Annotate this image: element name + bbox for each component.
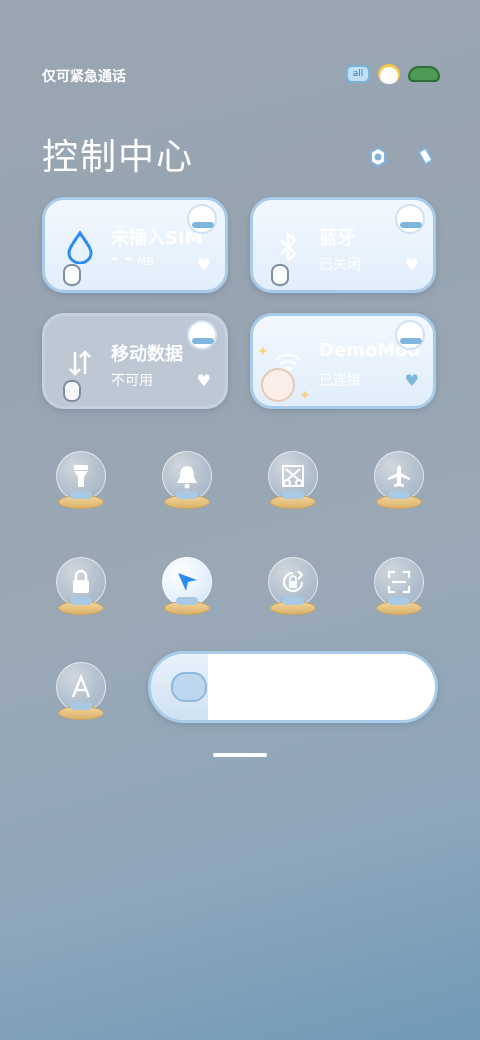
scan-toggle[interactable] xyxy=(372,557,426,619)
snowman-sticker xyxy=(395,320,425,350)
character-sticker xyxy=(63,264,81,286)
character-sticker xyxy=(271,264,289,286)
turtle-icon xyxy=(408,66,440,82)
duck-icon xyxy=(378,64,400,84)
heart-icon: ♥ xyxy=(404,371,419,390)
snowman-sticker xyxy=(187,320,217,350)
data-tile-title: 未插入SIM xyxy=(111,228,203,249)
heart-icon: ♥ xyxy=(404,255,419,274)
mobile-data-tile-title: 移动数据 xyxy=(111,344,183,365)
data-usage-tile[interactable]: 未插入SIM - - MB ♥ xyxy=(42,197,228,293)
bell-toggle[interactable] xyxy=(160,451,214,513)
lock-toggle[interactable] xyxy=(54,557,108,619)
bunny-sticker xyxy=(261,368,295,402)
status-icons: all xyxy=(346,64,440,84)
bluetooth-tile-title: 蓝牙 xyxy=(319,228,355,249)
data-tile-value: - - xyxy=(111,248,133,269)
rotation-lock-toggle[interactable] xyxy=(266,557,320,619)
page-title: 控制中心 xyxy=(42,137,195,178)
top-actions xyxy=(366,145,438,169)
character-sticker xyxy=(63,380,81,402)
flashlight-toggle[interactable] xyxy=(54,451,108,513)
wifi-tile-status: 已连接 xyxy=(319,373,361,389)
settings-icon[interactable] xyxy=(366,145,390,169)
water-drop-icon xyxy=(65,230,95,265)
location-toggle[interactable] xyxy=(160,557,214,619)
bluetooth-tile-status: 已关闭 xyxy=(319,257,361,273)
emergency-call-text: 仅可紧急通话 xyxy=(42,69,126,85)
battery-icon: all xyxy=(346,65,370,83)
sheep-sticker xyxy=(171,672,207,702)
heart-icon: ♥ xyxy=(196,371,211,390)
airplane-toggle[interactable] xyxy=(372,451,426,513)
status-bar: 仅可紧急通话 all xyxy=(42,64,440,88)
edit-icon[interactable] xyxy=(414,145,438,169)
bluetooth-tile[interactable]: 蓝牙 已关闭 ♥ xyxy=(250,197,436,293)
snowman-sticker xyxy=(395,204,425,234)
auto-brightness-toggle[interactable] xyxy=(54,662,108,724)
brightness-slider[interactable] xyxy=(148,651,438,723)
sparkle-icon: ✦ xyxy=(299,388,311,404)
sparkle-icon: ✦ xyxy=(257,344,269,360)
mobile-data-arrows-icon xyxy=(65,346,95,380)
home-indicator[interactable] xyxy=(213,753,267,757)
data-tile-unit: MB xyxy=(137,255,155,268)
heart-icon: ♥ xyxy=(196,255,211,274)
screenshot-toggle[interactable] xyxy=(266,451,320,513)
wifi-tile[interactable]: DemoMod 已连接 ♥ ✦ ✦ xyxy=(250,313,436,409)
snowman-sticker xyxy=(187,204,217,234)
bluetooth-icon xyxy=(273,230,303,264)
mobile-data-tile-status: 不可用 xyxy=(111,373,153,389)
mobile-data-tile[interactable]: 移动数据 不可用 ♥ xyxy=(42,313,228,409)
